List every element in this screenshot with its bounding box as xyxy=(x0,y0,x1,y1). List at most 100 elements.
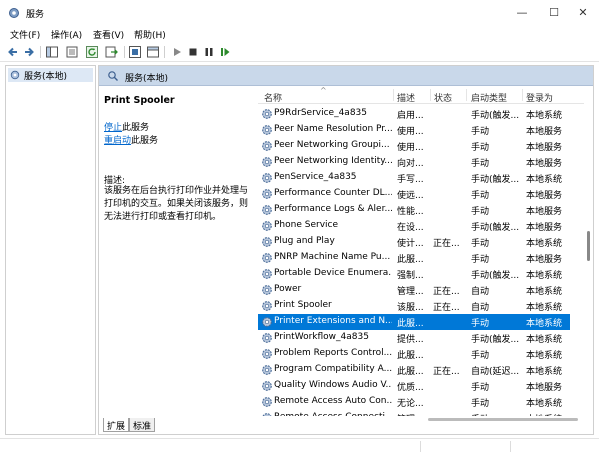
service-name-cell: P9RdrService_4a835 xyxy=(274,108,368,118)
service-description-cell: 管理... xyxy=(397,287,424,297)
table-row[interactable]: Peer Networking Identity... 向对... 手动 本地服务 xyxy=(258,154,570,170)
table-row[interactable]: Power 管理... 正在... 自动 本地系统 xyxy=(258,282,570,298)
menu-view[interactable]: 查看(V) xyxy=(93,28,124,41)
stop-service-icon[interactable] xyxy=(186,45,200,59)
tab-standard[interactable]: 标准 xyxy=(129,418,156,432)
table-row[interactable]: Performance Counter DL... 使远... 手动 本地服务 xyxy=(258,186,570,202)
column-separator[interactable] xyxy=(522,89,523,101)
service-description-cell: 此服... xyxy=(397,351,424,361)
table-row[interactable]: Peer Networking Groupi... 使用... 手动 本地服务 xyxy=(258,138,570,154)
service-logon-cell: 本地服务 xyxy=(526,383,563,393)
column-startup-type[interactable]: 启动类型 xyxy=(471,91,507,104)
column-separator[interactable] xyxy=(466,89,467,101)
forward-icon[interactable] xyxy=(22,45,36,59)
service-name-cell: PrintWorkflow_4a835 xyxy=(274,332,369,342)
column-log-on-as[interactable]: 登录为 xyxy=(526,91,553,104)
table-row[interactable]: Remote Access Auto Con... 无论... 手动 本地系统 xyxy=(258,394,570,410)
service-gear-icon xyxy=(262,365,272,375)
column-separator[interactable] xyxy=(393,89,394,101)
menu-help[interactable]: 帮助(H) xyxy=(134,28,166,41)
help-icon[interactable] xyxy=(128,45,142,59)
console-tree: 服务(本地) xyxy=(5,65,96,435)
table-row[interactable]: Portable Device Enumera... 强制... 手动(触发... 本… xyxy=(258,266,570,282)
restart-service-icon[interactable] xyxy=(218,45,232,59)
service-name-cell: Remote Access Auto Con... xyxy=(274,396,392,406)
table-row[interactable]: Quality Windows Audio V... 优质... 手动 本地服务 xyxy=(258,378,570,394)
table-row[interactable]: PenService_4a835 手写... 手动(触发... 本地系统 xyxy=(258,170,570,186)
table-row[interactable]: PNRP Machine Name Pu... 此服... 手动 本地服务 xyxy=(258,250,570,266)
restart-service-suffix: 此服务 xyxy=(131,136,159,146)
service-name-cell: Power xyxy=(274,284,302,294)
service-logon-cell: 本地服务 xyxy=(526,223,563,233)
export-list-icon[interactable] xyxy=(104,45,118,59)
service-description-cell: 使用... xyxy=(397,143,424,153)
service-name-cell: Performance Counter DL... xyxy=(274,188,392,198)
table-row[interactable]: PrintWorkflow_4a835 提供... 手动(触发... 本地系统 xyxy=(258,330,570,346)
window-title: 服务 xyxy=(26,10,45,20)
table-row[interactable]: Problem Reports Control... 此服... 手动 本地系统 xyxy=(258,346,570,362)
service-gear-icon xyxy=(262,237,272,247)
table-row[interactable]: Program Compatibility A... 此服... 正在... 自动(延… xyxy=(258,362,570,378)
services-pane: 服务(本地) Print Spooler 停止此服务 重启动此服务 描述: 该服… xyxy=(98,65,594,435)
service-gear-icon xyxy=(262,381,272,391)
vertical-scrollbar[interactable] xyxy=(584,86,593,416)
properties-icon[interactable] xyxy=(65,45,79,59)
tree-item-services-local[interactable]: 服务(本地) xyxy=(8,68,93,82)
service-description-cell: 提供... xyxy=(397,335,424,345)
console-window-icon[interactable] xyxy=(146,45,160,59)
table-row[interactable]: Plug and Play 使计... 正在... 手动 本地系统 xyxy=(258,234,570,250)
service-description-cell: 该服... xyxy=(397,303,424,313)
service-status-cell: 正在... xyxy=(433,287,460,297)
horizontal-scroll-thumb[interactable] xyxy=(428,418,578,421)
service-name-cell: Printer Extensions and N... xyxy=(274,316,392,326)
service-startup-type-cell: 手动 xyxy=(471,239,490,249)
toolbar-separator xyxy=(40,46,41,58)
service-description-panel: Print Spooler 停止此服务 重启动此服务 描述: 该服务在后台执行打… xyxy=(99,86,251,416)
service-startup-type-cell: 手动(触发... xyxy=(471,175,520,185)
menu-action[interactable]: 操作(A) xyxy=(51,28,82,41)
vertical-scroll-thumb[interactable] xyxy=(587,231,590,261)
table-row[interactable]: Performance Logs & Aler... 性能... 手动 本地服务 xyxy=(258,202,570,218)
service-logon-cell: 本地系统 xyxy=(526,335,563,345)
table-row[interactable]: Print Spooler 该服... 正在... 自动 本地系统 xyxy=(258,298,570,314)
column-separator[interactable] xyxy=(430,89,431,101)
pane-header-title: 服务(本地) xyxy=(125,74,169,84)
service-startup-type-cell: 手动(触发... xyxy=(471,111,520,121)
back-icon[interactable] xyxy=(6,45,20,59)
service-logon-cell: 本地服务 xyxy=(526,191,563,201)
service-status-cell: 正在... xyxy=(433,367,460,377)
status-bar xyxy=(0,438,599,454)
restart-service-link[interactable]: 重启动 xyxy=(104,136,131,146)
status-separator xyxy=(420,441,421,452)
table-row[interactable]: Peer Name Resolution Pr... 使用... 手动 本地服务 xyxy=(258,122,570,138)
refresh-icon[interactable] xyxy=(85,45,99,59)
service-description-cell: 向对... xyxy=(397,159,424,169)
table-row[interactable]: Printer Extensions and N... 此服... 手动 本地系统 xyxy=(258,314,570,330)
service-description-cell: 使用... xyxy=(397,127,424,137)
menu-file[interactable]: 文件(F) xyxy=(10,28,40,41)
service-status-cell: 正在... xyxy=(433,303,460,313)
stop-service-line: 停止此服务 xyxy=(104,120,149,133)
service-name-cell: Performance Logs & Aler... xyxy=(274,204,392,214)
toolbar-separator xyxy=(164,46,165,58)
service-logon-cell: 本地系统 xyxy=(526,303,563,313)
start-service-icon[interactable] xyxy=(170,45,184,59)
show-console-tree-icon[interactable] xyxy=(45,45,59,59)
service-name-cell: Peer Networking Groupi... xyxy=(274,140,390,150)
table-row[interactable]: P9RdrService_4a835 启用... 手动(触发... 本地系统 xyxy=(258,106,570,122)
service-gear-icon xyxy=(262,285,272,295)
tab-extended[interactable]: 扩展 xyxy=(103,418,130,432)
horizontal-scrollbar[interactable] xyxy=(258,416,584,422)
description-text: 该服务在后台执行打印作业并处理与打印机的交互。如果关闭该服务，则无法进行打印或查… xyxy=(104,186,249,222)
pause-service-icon[interactable] xyxy=(202,45,216,59)
service-gear-icon xyxy=(262,157,272,167)
close-button[interactable]: ✕ xyxy=(563,0,599,26)
table-row[interactable]: Phone Service 在设... 手动(触发... 本地服务 xyxy=(258,218,570,234)
service-startup-type-cell: 手动 xyxy=(471,255,490,265)
stop-service-link[interactable]: 停止 xyxy=(104,123,122,133)
column-status[interactable]: 状态 xyxy=(434,91,452,104)
service-gear-icon xyxy=(262,221,272,231)
column-name[interactable]: 名称 xyxy=(264,91,282,104)
column-description[interactable]: 描述 xyxy=(397,91,415,104)
service-name-cell: Peer Name Resolution Pr... xyxy=(274,124,392,134)
